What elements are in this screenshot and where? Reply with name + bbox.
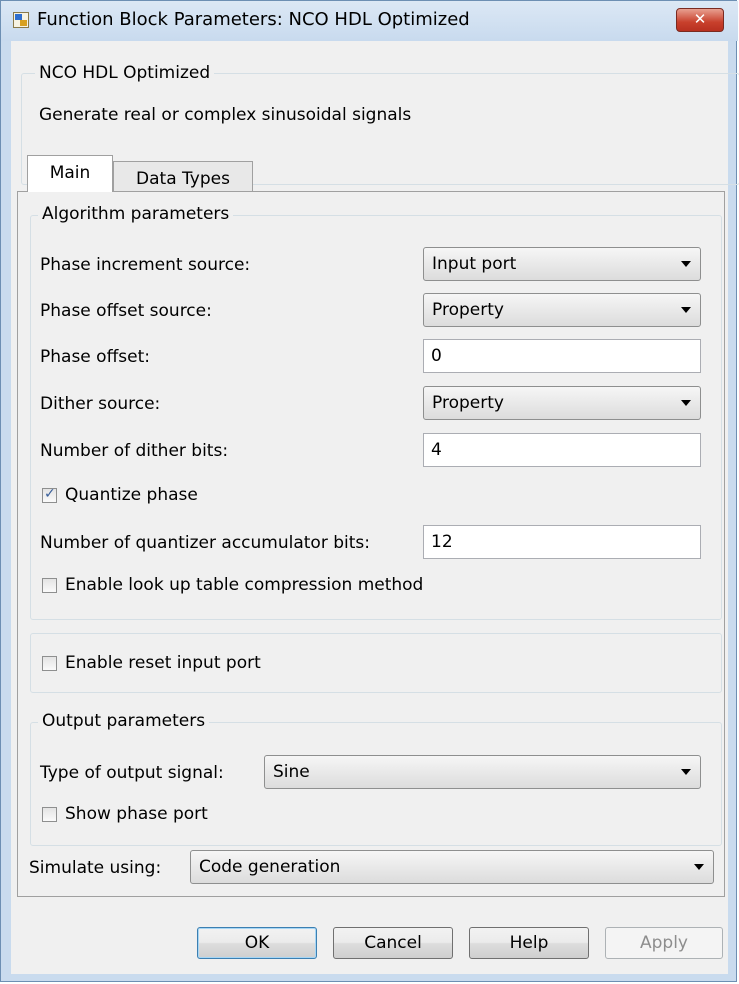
chevron-down-icon: [681, 400, 691, 406]
description-group-title: NCO HDL Optimized: [35, 63, 215, 83]
dither-bits-label: Number of dither bits:: [40, 441, 229, 461]
tab-data-types[interactable]: Data Types: [113, 161, 253, 193]
algorithm-parameters-title: Algorithm parameters: [38, 204, 234, 224]
simulate-using-label: Simulate using:: [29, 858, 162, 878]
dialog-client: NCO HDL Optimized Generate real or compl…: [11, 41, 739, 974]
output-parameters-title: Output parameters: [38, 711, 210, 731]
help-button[interactable]: Help: [469, 927, 589, 959]
output-signal-value: Sine: [273, 762, 310, 782]
lut-compression-label: Enable look up table compression method: [65, 575, 424, 595]
phase-increment-source-label: Phase increment source:: [40, 255, 251, 275]
dither-source-label: Dither source:: [40, 394, 161, 414]
dialog-window: Function Block Parameters: NCO HDL Optim…: [0, 0, 739, 982]
phase-increment-source-dropdown[interactable]: Input port: [423, 247, 701, 281]
chevron-down-icon: [681, 307, 691, 313]
quantizer-bits-label: Number of quantizer accumulator bits:: [40, 533, 370, 553]
apply-button: Apply: [605, 927, 723, 959]
show-phase-port-checkbox[interactable]: [42, 807, 57, 822]
phase-offset-input[interactable]: 0: [423, 339, 701, 373]
description-text: Generate real or complex sinusoidal sign…: [39, 105, 412, 125]
show-phase-port-label: Show phase port: [65, 804, 208, 824]
checkmark-icon: ✓: [44, 486, 56, 502]
chevron-down-icon: [694, 864, 704, 870]
dither-bits-input[interactable]: 4: [423, 433, 701, 467]
phase-offset-label: Phase offset:: [40, 347, 150, 367]
lut-compression-checkbox[interactable]: [42, 578, 57, 593]
cancel-button[interactable]: Cancel: [333, 927, 453, 959]
ok-button[interactable]: OK: [197, 927, 317, 959]
enable-reset-label: Enable reset input port: [65, 653, 261, 673]
title-bar[interactable]: Function Block Parameters: NCO HDL Optim…: [1, 1, 738, 41]
tab-main-label: Main: [49, 163, 91, 183]
phase-offset-source-dropdown[interactable]: Property: [423, 293, 701, 327]
tab-data-types-label: Data Types: [136, 169, 230, 189]
output-signal-dropdown[interactable]: Sine: [264, 755, 701, 789]
close-icon: ✕: [693, 10, 707, 28]
close-button[interactable]: ✕: [676, 8, 724, 32]
output-signal-label: Type of output signal:: [40, 763, 224, 783]
quantize-phase-checkbox[interactable]: ✓: [42, 486, 57, 503]
phase-increment-source-value: Input port: [432, 254, 517, 274]
phase-offset-source-value: Property: [432, 300, 504, 320]
enable-reset-checkbox[interactable]: [42, 656, 57, 671]
tab-panel-main: Algorithm parameters Phase increment sou…: [17, 191, 725, 897]
simulate-using-dropdown[interactable]: Code generation: [190, 850, 714, 884]
quantize-phase-label: Quantize phase: [65, 485, 198, 505]
phase-offset-source-label: Phase offset source:: [40, 301, 212, 321]
dither-source-dropdown[interactable]: Property: [423, 386, 701, 420]
quantizer-bits-input[interactable]: 12: [423, 525, 701, 559]
simulate-using-value: Code generation: [199, 857, 341, 877]
simulink-block-icon: [13, 12, 29, 28]
tab-main[interactable]: Main: [27, 155, 113, 192]
chevron-down-icon: [681, 769, 691, 775]
chevron-down-icon: [681, 261, 691, 267]
window-title: Function Block Parameters: NCO HDL Optim…: [37, 9, 470, 30]
dither-source-value: Property: [432, 393, 504, 413]
